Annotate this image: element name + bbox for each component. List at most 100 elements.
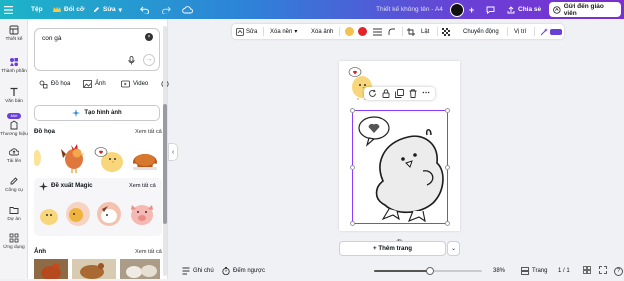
section-photos-title: Ảnh bbox=[34, 248, 47, 255]
resize-handle[interactable] bbox=[350, 108, 355, 113]
more-options-icon[interactable]: ⋯ bbox=[422, 88, 430, 97]
resize-handle[interactable] bbox=[445, 165, 450, 170]
nav-design[interactable]: Thiết kế bbox=[0, 25, 28, 42]
erase-label: Xóa ảnh bbox=[311, 28, 334, 35]
resize-button[interactable]: Đổi cỡ bbox=[53, 0, 85, 19]
transparency-button[interactable] bbox=[442, 24, 450, 39]
send-to-teacher-button[interactable]: Gửi đến giáo viên bbox=[549, 2, 621, 17]
nav-uploads[interactable]: Tải lên bbox=[0, 147, 28, 164]
photo-thumbnail[interactable] bbox=[72, 259, 116, 279]
nav-tools[interactable]: Công cụ bbox=[0, 176, 28, 193]
animate-button[interactable]: Chuyển động bbox=[463, 24, 499, 39]
graphic-thumbnail[interactable] bbox=[33, 144, 44, 172]
comment-button[interactable] bbox=[486, 0, 495, 19]
resize-handle[interactable] bbox=[350, 221, 355, 226]
microphone-icon[interactable] bbox=[128, 56, 135, 67]
undo-icon bbox=[140, 6, 149, 14]
magic-suggestions-card: Đề xuất Magic Xem tất cả bbox=[34, 178, 162, 236]
pages-button[interactable]: Trang bbox=[521, 267, 547, 275]
pen-icon bbox=[10, 177, 18, 185]
nav-label: Thiết kế bbox=[5, 37, 23, 42]
magic-tools-button[interactable] bbox=[540, 24, 562, 39]
flip-button[interactable]: Lật bbox=[421, 24, 429, 39]
file-menu[interactable]: Tệp bbox=[31, 0, 43, 19]
remove-background-button[interactable]: Xóa nền ▾ bbox=[270, 24, 297, 39]
magic-thumbnail[interactable] bbox=[127, 200, 157, 228]
crop-button[interactable] bbox=[407, 24, 415, 39]
nav-elements[interactable]: Thành phần bbox=[0, 57, 28, 74]
chip-graphics[interactable]: Đồ họa bbox=[36, 77, 73, 91]
chevron-left-icon: ‹ bbox=[171, 148, 175, 156]
image-icon bbox=[83, 80, 92, 88]
lock-icon[interactable] bbox=[382, 89, 390, 100]
fill-color-yellow[interactable] bbox=[345, 24, 354, 39]
resize-handle[interactable] bbox=[445, 221, 450, 226]
collapse-panel-button[interactable]: ‹ bbox=[168, 143, 178, 161]
pro-badge bbox=[550, 28, 562, 35]
edit-mode-button[interactable]: Sửa ▾ bbox=[93, 0, 122, 19]
corner-rounding-button[interactable] bbox=[388, 24, 396, 39]
clear-search-icon[interactable]: × bbox=[145, 33, 153, 41]
nav-text[interactable]: Văn bản bbox=[0, 87, 28, 104]
grid-view-icon[interactable] bbox=[583, 266, 591, 276]
see-all-photos-link[interactable]: Xem tất cả bbox=[135, 249, 162, 255]
generate-image-button[interactable]: Tạo hình ảnh bbox=[34, 105, 160, 121]
redo-button[interactable] bbox=[161, 0, 171, 19]
duplicate-icon[interactable] bbox=[395, 89, 404, 100]
magic-thumbnail[interactable] bbox=[64, 200, 92, 228]
submit-search-button[interactable]: → bbox=[143, 54, 155, 66]
photo-thumbnail[interactable] bbox=[34, 259, 68, 280]
search-box[interactable]: con gà × → bbox=[34, 28, 160, 71]
share-button[interactable]: Chia sẻ bbox=[507, 0, 541, 19]
rotate-icon[interactable] bbox=[368, 89, 377, 100]
add-page-button[interactable]: + Thêm trang bbox=[339, 241, 446, 256]
magic-thumbnail[interactable] bbox=[37, 203, 61, 227]
help-icon[interactable]: ? bbox=[614, 266, 623, 276]
edit-image-button[interactable]: Sửa bbox=[236, 24, 257, 39]
graphic-thumbnail[interactable] bbox=[92, 144, 126, 174]
chip-photos[interactable]: Ảnh bbox=[80, 77, 109, 91]
erase-button[interactable]: Xóa ảnh bbox=[311, 24, 333, 39]
avatar[interactable] bbox=[450, 0, 464, 19]
nav-projects[interactable]: Dự án bbox=[0, 205, 28, 222]
nav-label: Dự án bbox=[7, 217, 21, 222]
resize-handle[interactable] bbox=[445, 108, 450, 113]
layout-icon bbox=[9, 25, 19, 35]
add-page-dropdown[interactable]: ⌄ bbox=[447, 241, 460, 256]
scrollbar-thumb[interactable] bbox=[163, 104, 167, 224]
generate-image-label: Tạo hình ảnh bbox=[84, 110, 122, 116]
nav-brand[interactable]: Mới Thương hiệu bbox=[0, 113, 28, 137]
add-collaborator-button[interactable]: + bbox=[469, 0, 474, 19]
border-style-icon bbox=[373, 28, 382, 35]
notes-button[interactable]: Ghi chú bbox=[182, 267, 214, 275]
menu-icon[interactable] bbox=[4, 0, 13, 19]
zoom-level[interactable]: 38% bbox=[493, 268, 505, 274]
chip-videos[interactable]: Video bbox=[118, 77, 151, 91]
nav-label: Công cụ bbox=[5, 188, 23, 193]
photo-thumbnail[interactable] bbox=[120, 259, 160, 279]
border-style-button[interactable] bbox=[373, 24, 382, 39]
delete-icon[interactable] bbox=[409, 89, 417, 100]
position-button[interactable]: Vị trí bbox=[514, 24, 526, 39]
undo-button[interactable] bbox=[140, 0, 150, 19]
graphic-thumbnail[interactable] bbox=[59, 140, 87, 174]
zoom-slider-knob[interactable] bbox=[426, 267, 434, 275]
timer-button[interactable]: Đếm ngược bbox=[222, 267, 265, 275]
fill-color-red[interactable] bbox=[358, 24, 367, 39]
document-title[interactable]: Thiết kế không tên - A4 bbox=[376, 0, 443, 19]
selected-chick-graphic[interactable] bbox=[350, 108, 450, 226]
nav-apps[interactable]: Ứng dụng bbox=[0, 233, 28, 250]
see-all-magic-link[interactable]: Xem tất cả bbox=[129, 183, 156, 189]
graphic-thumbnail[interactable] bbox=[130, 146, 160, 174]
see-all-graphics-link[interactable]: Xem tất cả bbox=[135, 129, 162, 135]
cloud-save-button[interactable] bbox=[182, 0, 193, 19]
toolbar-divider bbox=[263, 27, 264, 36]
fullscreen-icon[interactable] bbox=[599, 266, 607, 276]
resize-handle[interactable] bbox=[350, 165, 355, 170]
resize-label: Đổi cỡ bbox=[64, 6, 85, 13]
element-context-menu: ⋯ bbox=[364, 87, 435, 100]
magic-thumbnail[interactable] bbox=[94, 200, 124, 228]
search-input[interactable]: con gà bbox=[42, 35, 62, 42]
zoom-slider[interactable] bbox=[374, 267, 482, 275]
panel-scrollbar[interactable] bbox=[163, 26, 167, 276]
